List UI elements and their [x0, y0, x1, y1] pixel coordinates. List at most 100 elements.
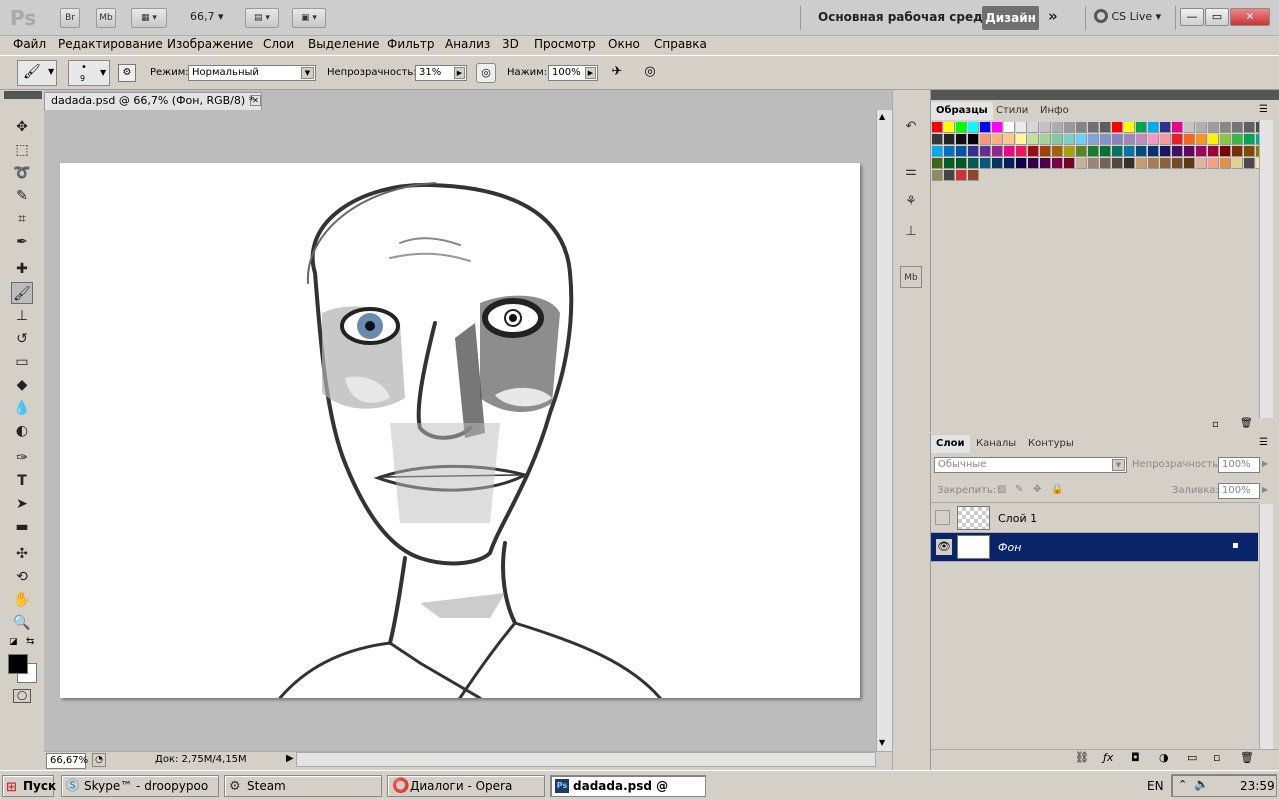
color-swatch[interactable] — [1028, 146, 1039, 157]
color-swatch[interactable] — [1172, 158, 1183, 169]
color-swatch[interactable] — [944, 134, 955, 145]
lock-all-icon[interactable]: 🔒 — [1051, 484, 1063, 495]
color-swatch[interactable] — [1244, 158, 1255, 169]
horizontal-scrollbar[interactable] — [296, 752, 876, 767]
more-workspaces-icon[interactable]: » — [1048, 7, 1058, 25]
hand-tool-icon[interactable]: ✋ — [11, 589, 33, 611]
pressure-opacity-icon[interactable]: ◎ — [476, 63, 496, 83]
menu-help[interactable]: Справка — [654, 37, 707, 51]
color-swatch[interactable] — [1184, 122, 1195, 133]
fill-field[interactable]: 100% — [1218, 483, 1260, 499]
scroll-down-icon[interactable]: ▼ — [879, 738, 885, 747]
tab-styles[interactable]: Стили — [991, 102, 1033, 120]
color-swatch[interactable] — [1040, 146, 1051, 157]
color-swatch[interactable] — [1172, 134, 1183, 145]
color-swatch[interactable] — [1136, 122, 1147, 133]
color-swatch[interactable] — [1076, 158, 1087, 169]
color-swatch[interactable] — [1220, 146, 1231, 157]
color-swatch[interactable] — [1220, 122, 1231, 133]
scroll-up-icon[interactable]: ▲ — [879, 112, 885, 121]
status-menu-icon[interactable]: ▶ — [286, 753, 294, 764]
menu-edit[interactable]: Редактирование — [58, 37, 163, 51]
color-swatch[interactable] — [1124, 134, 1135, 145]
color-swatch[interactable] — [1196, 146, 1207, 157]
color-swatch[interactable] — [944, 158, 955, 169]
brush-preset-picker[interactable]: • 9 ▼ — [68, 60, 110, 86]
path-selection-tool-icon[interactable]: ➤ — [11, 493, 33, 515]
color-swatch[interactable] — [1028, 158, 1039, 169]
color-swatch[interactable] — [992, 146, 1003, 157]
color-swatch[interactable] — [1076, 122, 1087, 133]
panel-menu-icon[interactable]: ☰ — [1259, 437, 1268, 448]
color-swatch[interactable] — [1232, 134, 1243, 145]
color-swatch[interactable] — [932, 170, 943, 181]
workspace-design-button[interactable]: Дизайн — [982, 6, 1039, 30]
color-swatch[interactable] — [1028, 122, 1039, 133]
color-swatch[interactable] — [1040, 134, 1051, 145]
color-swatch[interactable] — [1208, 122, 1219, 133]
color-swatch[interactable] — [968, 122, 979, 133]
color-swatch[interactable] — [1088, 146, 1099, 157]
type-tool-icon[interactable]: T — [11, 470, 33, 492]
visibility-toggle[interactable] — [935, 510, 950, 525]
color-swatch[interactable] — [1088, 122, 1099, 133]
color-swatch[interactable] — [956, 146, 967, 157]
color-swatch[interactable] — [992, 158, 1003, 169]
color-swatch[interactable] — [1004, 158, 1015, 169]
color-swatch[interactable] — [1136, 134, 1147, 145]
move-tool-icon[interactable]: ✥ — [11, 116, 33, 138]
3d-orbit-tool-icon[interactable]: ⟲ — [11, 566, 33, 588]
color-swatch[interactable] — [1220, 134, 1231, 145]
lock-position-icon[interactable]: ✥ — [1033, 484, 1041, 495]
color-swatch[interactable] — [1064, 134, 1075, 145]
color-swatch[interactable] — [1160, 158, 1171, 169]
blend-mode-layers-select[interactable]: Обычные ▼ — [934, 457, 1127, 473]
color-swatch[interactable] — [1244, 122, 1255, 133]
close-button[interactable]: ✕ — [1230, 8, 1270, 26]
zoom-tool-icon[interactable]: 🔍 — [11, 612, 33, 634]
start-button[interactable]: ⊞ Пуск — [2, 775, 56, 797]
mini-bridge-panel-icon[interactable]: Mb — [900, 266, 922, 288]
color-swatch[interactable] — [968, 146, 979, 157]
color-swatch[interactable] — [992, 122, 1003, 133]
menu-window[interactable]: Окно — [608, 37, 640, 51]
default-colors-icon[interactable]: ◪ — [9, 637, 18, 647]
menu-view[interactable]: Просмотр — [534, 37, 596, 51]
color-swatch[interactable] — [1004, 134, 1015, 145]
crop-tool-icon[interactable]: ⌗ — [11, 208, 33, 230]
color-swatch[interactable] — [1172, 146, 1183, 157]
brush-tool-icon[interactable]: 🖌 — [11, 282, 33, 304]
color-swatch[interactable] — [1148, 158, 1159, 169]
zoom-status-field[interactable]: 66,67% — [46, 753, 88, 769]
eyedropper-tool-icon[interactable]: ✒ — [11, 231, 33, 253]
color-swatch[interactable] — [1100, 134, 1111, 145]
color-swatch[interactable] — [956, 158, 967, 169]
color-swatch[interactable] — [1088, 134, 1099, 145]
brush-panel-toggle-icon[interactable]: ⚙ — [118, 64, 136, 82]
new-group-icon[interactable]: ▭ — [1187, 751, 1197, 764]
document-tab[interactable]: dadada.psd @ 66,7% (Фон, RGB/8) * ✕ — [44, 92, 262, 110]
color-swatch[interactable] — [1064, 122, 1075, 133]
lock-transparent-icon[interactable]: ▨ — [997, 484, 1006, 495]
menu-image[interactable]: Изображение — [167, 37, 253, 51]
lasso-tool-icon[interactable]: ➰ — [11, 162, 33, 184]
color-swatch[interactable] — [1124, 158, 1135, 169]
clone-stamp-tool-icon[interactable]: ⊥ — [11, 305, 33, 327]
clone-source-panel-icon[interactable]: ⊥ — [900, 221, 922, 243]
color-swatch[interactable] — [1004, 122, 1015, 133]
color-swatch[interactable] — [1184, 134, 1195, 145]
color-swatch[interactable] — [1220, 158, 1231, 169]
color-swatch[interactable] — [1208, 146, 1219, 157]
healing-brush-tool-icon[interactable]: ✚ — [11, 258, 33, 280]
shape-tool-icon[interactable]: ▬ — [11, 516, 33, 538]
history-brush-tool-icon[interactable]: ↺ — [11, 328, 33, 350]
color-swatch[interactable] — [1196, 134, 1207, 145]
color-swatch[interactable] — [944, 146, 955, 157]
color-swatch[interactable] — [1112, 122, 1123, 133]
color-swatch[interactable] — [1208, 158, 1219, 169]
screen-mode-button[interactable]: ▣ ▾ — [292, 8, 326, 28]
3d-rotate-tool-icon[interactable]: ✣ — [11, 543, 33, 565]
taskbar-item-photoshop[interactable]: Ps dadada.psd @ 66,7% ... — [550, 775, 706, 797]
language-indicator[interactable]: EN — [1147, 779, 1164, 793]
image-canvas[interactable] — [60, 163, 860, 700]
